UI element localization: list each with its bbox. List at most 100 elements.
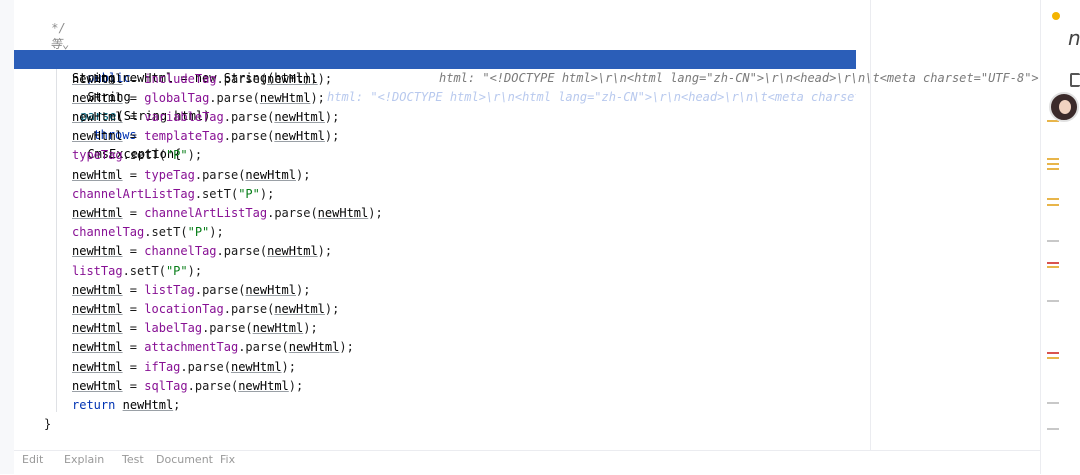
- code-line[interactable]: listTag.setT("P");: [14, 262, 1054, 281]
- variable-newhtml: newHtml: [72, 379, 123, 393]
- code-editor[interactable]: */ 等⌄ public String parse(String html) t…: [14, 0, 1040, 458]
- code-line[interactable]: }: [14, 415, 1054, 434]
- line-end: );: [339, 340, 354, 354]
- argument: newHtml: [317, 206, 369, 220]
- variable-newhtml: newHtml: [72, 129, 123, 143]
- warning-marker[interactable]: [1047, 168, 1059, 170]
- argument: newHtml: [274, 302, 325, 316]
- method-call: .parse(: [202, 321, 253, 335]
- variable-newhtml: newHtml: [72, 110, 123, 124]
- warning-marker[interactable]: [1047, 163, 1059, 165]
- argument: newHtml: [245, 168, 296, 182]
- warning-marker[interactable]: [1047, 204, 1059, 206]
- code-line[interactable]: return newHtml;: [14, 396, 1054, 415]
- line-end: );: [324, 129, 340, 143]
- code-line[interactable]: newHtml = attachmentTag.parse(newHtml);: [14, 338, 1054, 357]
- method-call: .parse(: [194, 168, 246, 182]
- string-literal: "P": [187, 225, 210, 239]
- variable-newhtml: newHtml: [72, 91, 123, 105]
- warning-indicator-icon[interactable]: [1052, 12, 1060, 20]
- line-end: );: [187, 264, 203, 278]
- code-line[interactable]: newHtml = locationTag.parse(newHtml);: [14, 300, 1054, 319]
- document-action[interactable]: Document: [156, 453, 213, 466]
- field-name: templateTag: [144, 129, 224, 143]
- field-name: attachmentTag: [144, 340, 239, 354]
- line-end: );: [317, 72, 333, 86]
- code-line[interactable]: newHtml = globalTag.parse(newHtml);: [14, 89, 1054, 108]
- field-name: globalTag: [144, 91, 210, 105]
- code-line[interactable]: newHtml = channelArtListTag.parse(newHtm…: [14, 204, 1054, 223]
- code-line[interactable]: newHtml = listTag.parse(newHtml);: [14, 281, 1054, 300]
- field-name: ifTag: [144, 360, 181, 374]
- argument: newHtml: [274, 110, 325, 124]
- code-line[interactable]: newHtml = includeTag.parse(newHtml);: [14, 70, 1054, 89]
- code-line[interactable]: newHtml = variableTag.parse(newHtml);: [14, 108, 1054, 127]
- argument: newHtml: [245, 283, 296, 297]
- variable-newhtml: newHtml: [72, 302, 123, 316]
- code-line[interactable]: newHtml = channelTag.parse(newHtml);: [14, 242, 1054, 261]
- selected-code-line[interactable]: String newHtml = new String(html); html:…: [14, 50, 856, 104]
- warning-marker[interactable]: [1047, 357, 1059, 359]
- argument: newHtml: [259, 91, 311, 105]
- code-line[interactable]: newHtml = templateTag.parse(newHtml);: [14, 127, 1054, 146]
- argument: newHtml: [122, 398, 174, 412]
- variable-newhtml: newHtml: [72, 283, 123, 297]
- line-end: );: [259, 187, 275, 201]
- field-name: channelTag: [144, 244, 217, 258]
- method-call: .setT(: [122, 148, 166, 162]
- code-line[interactable]: typeTag.setT("P");: [14, 146, 1054, 165]
- error-marker[interactable]: [1047, 262, 1059, 264]
- string-literal: "P": [165, 148, 188, 162]
- argument: newHtml: [288, 340, 340, 354]
- info-marker[interactable]: [1047, 428, 1059, 430]
- method-call: .parse(: [223, 110, 275, 124]
- field-name: locationTag: [144, 302, 224, 316]
- code-line[interactable]: newHtml = ifTag.parse(newHtml);: [14, 358, 1054, 377]
- code-line[interactable]: channelArtListTag.setT("P");: [14, 185, 1054, 204]
- inline-action-bar: Edit Explain Test Document Fix: [14, 450, 1040, 475]
- argument: newHtml: [274, 129, 325, 143]
- side-panel-label[interactable]: n: [1068, 26, 1080, 50]
- code-line[interactable]: newHtml = typeTag.parse(newHtml);: [14, 166, 1054, 185]
- argument: newHtml: [267, 244, 318, 258]
- line-end: );: [368, 206, 383, 220]
- argument: newHtml: [238, 379, 289, 393]
- keyword-return: return: [72, 398, 116, 412]
- info-marker[interactable]: [1047, 240, 1059, 242]
- field-name: typeTag: [144, 168, 195, 182]
- code-line[interactable]: newHtml = sqlTag.parse(newHtml);: [14, 377, 1054, 396]
- avatar-face: [1059, 100, 1071, 114]
- info-marker[interactable]: [1047, 300, 1059, 302]
- variable-newhtml: newHtml: [72, 321, 123, 335]
- code-line[interactable]: channelTag.setT("P");: [14, 223, 1054, 242]
- field-name: typeTag: [72, 148, 123, 162]
- warning-marker[interactable]: [1047, 198, 1059, 200]
- method-call: .setT(: [194, 187, 239, 201]
- clipboard-icon[interactable]: [1070, 73, 1080, 87]
- method-call: .parse(: [194, 283, 246, 297]
- error-marker[interactable]: [1047, 352, 1059, 354]
- error-stripe-panel[interactable]: [1040, 0, 1080, 474]
- method-call: .parse(: [216, 244, 268, 258]
- fix-action[interactable]: Fix: [220, 453, 235, 466]
- edit-action[interactable]: Edit: [22, 453, 43, 466]
- line-end: ;: [173, 398, 181, 412]
- field-name: listTag: [144, 283, 195, 297]
- code-line[interactable]: newHtml = labelTag.parse(newHtml);: [14, 319, 1054, 338]
- explain-action[interactable]: Explain: [64, 453, 104, 466]
- method-call: .parse(: [223, 302, 275, 316]
- warning-marker[interactable]: [1047, 158, 1059, 160]
- line-end: );: [310, 91, 325, 105]
- warning-marker[interactable]: [1047, 266, 1059, 268]
- method-signature-line[interactable]: public String parse(String html) throws …: [14, 31, 1054, 161]
- info-marker[interactable]: [1047, 402, 1059, 404]
- method-call: .parse(: [180, 360, 231, 374]
- test-action[interactable]: Test: [122, 453, 144, 466]
- field-name: channelArtListTag: [72, 187, 195, 201]
- variable-newhtml: newHtml: [72, 360, 123, 374]
- line-end: );: [303, 321, 318, 335]
- avatar[interactable]: [1049, 92, 1079, 122]
- method-call: .parse(: [187, 379, 239, 393]
- field-name: includeTag: [144, 72, 217, 86]
- method-call: .parse(: [216, 72, 268, 86]
